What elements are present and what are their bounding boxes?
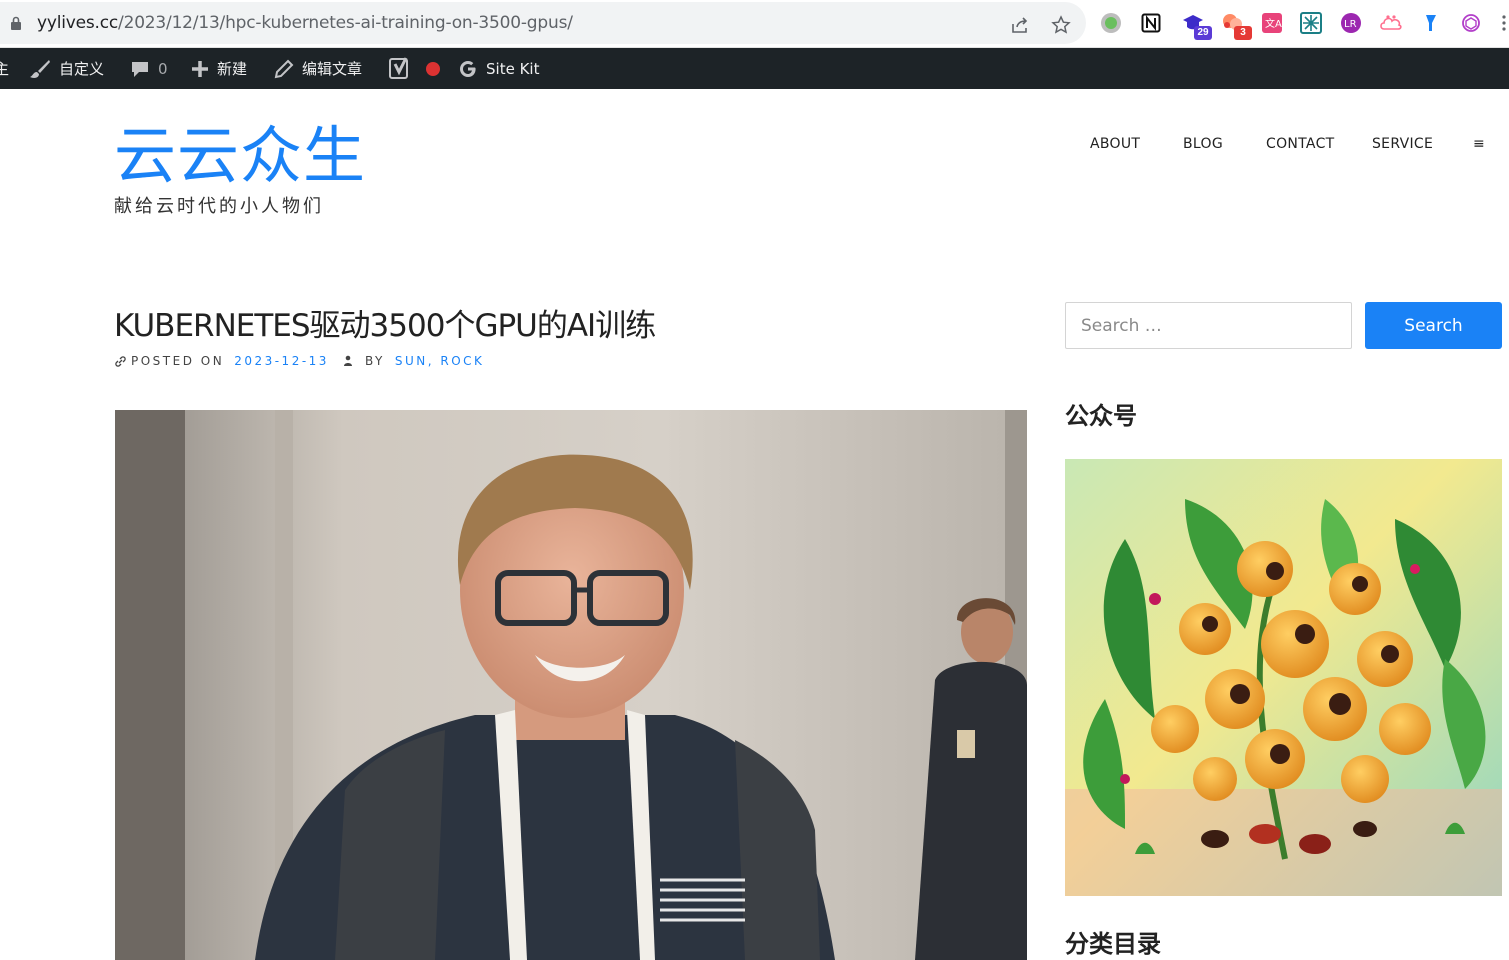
browser-menu-icon[interactable] [1498,10,1509,36]
pencil-icon [274,59,294,78]
author-link[interactable]: SUN, ROCK [395,354,485,368]
comments-count: 0 [158,59,168,78]
user-icon [343,355,352,366]
extension-badge: 29 [1194,26,1212,40]
post-title: KUBERNETES驱动3500个GPU的AI训练 [114,308,656,344]
site-kit-link[interactable]: Site Kit [458,48,539,89]
post-date-link[interactable]: 2023-12-13 [234,354,329,368]
svg-text:LR: LR [1344,19,1357,30]
edit-post-label: 编辑文章 [302,60,363,78]
url-path: /2023/12/13/hpc-kubernetes-ai-training-o… [118,13,573,33]
grid-extension-icon[interactable] [1298,10,1324,36]
widget-title-official-account: 公众号 [1065,402,1137,430]
customize-label: 自定义 [59,60,105,78]
ai-assistant-icon[interactable]: LR [1338,10,1364,36]
notion-icon[interactable] [1138,10,1164,36]
extension-dots-icon[interactable]: 3 [1220,10,1252,40]
nav-link-about[interactable]: ABOUT [1090,136,1140,152]
comments-link[interactable]: 0 [130,48,168,89]
nav-link-contact[interactable]: CONTACT [1266,136,1335,152]
edit-post-link[interactable]: 编辑文章 [274,48,362,89]
nav-link-blog[interactable]: BLOG [1183,136,1223,152]
extension-badge: 3 [1234,26,1252,40]
post-meta: POSTED ON 2023-12-13 BY SUN, ROCK [114,354,484,368]
featured-image [115,410,1027,960]
site-tagline: 献给云时代的小人物们 [114,196,324,217]
translate-icon[interactable]: 文A [1259,10,1285,36]
extension-record-icon[interactable] [1098,10,1124,36]
site-title[interactable]: 云云众生 [114,118,366,194]
share-icon[interactable] [1007,12,1033,38]
new-label: 新建 [217,60,248,78]
cloud-extension-icon[interactable] [1378,10,1404,36]
customize-link[interactable]: 自定义 [29,48,104,89]
nav-link-service[interactable]: SERVICE [1372,136,1433,152]
address-bar[interactable]: yylives.cc/2023/12/13/hpc-kubernetes-ai-… [0,2,1086,44]
search-input[interactable] [1065,302,1352,349]
pin-extension-icon[interactable] [1418,10,1444,36]
plus-icon [192,60,208,77]
chatgpt-icon[interactable] [1458,10,1484,36]
posted-on-label: POSTED ON [131,354,225,368]
url-text[interactable]: yylives.cc/2023/12/13/hpc-kubernetes-ai-… [37,13,573,33]
yoast-icon [389,56,408,79]
by-label: BY [364,354,385,368]
link-icon [115,355,126,367]
menu-toggle-icon[interactable]: ≡ [1473,136,1485,152]
paintbrush-icon [30,59,50,78]
site-kit-label: Site Kit [486,59,540,78]
google-g-icon [460,60,476,77]
widget-title-categories: 分类目录 [1065,930,1161,958]
bookmark-star-icon[interactable] [1048,12,1074,38]
browser-toolbar: yylives.cc/2023/12/13/hpc-kubernetes-ai-… [0,0,1509,48]
yoast-seo-menu[interactable] [389,48,449,89]
qr-widget-image [1065,459,1502,896]
comment-bubble-icon [132,61,148,77]
new-content-link[interactable]: 新建 [191,48,247,89]
wp-admin-bar: 主 自定义 0 新建 编辑文章 Site Kit [0,48,1509,89]
lock-icon [11,16,21,30]
url-domain: yylives.cc [37,13,119,33]
svg-text:文A: 文A [1265,17,1282,30]
admin-bar-site-label: 主 [0,60,10,78]
seo-status-dot-icon [426,61,440,76]
graduation-cap-icon[interactable]: 29 [1180,10,1212,40]
search-button[interactable]: Search [1365,302,1502,349]
admin-bar-site-item[interactable]: 主 [0,48,9,89]
